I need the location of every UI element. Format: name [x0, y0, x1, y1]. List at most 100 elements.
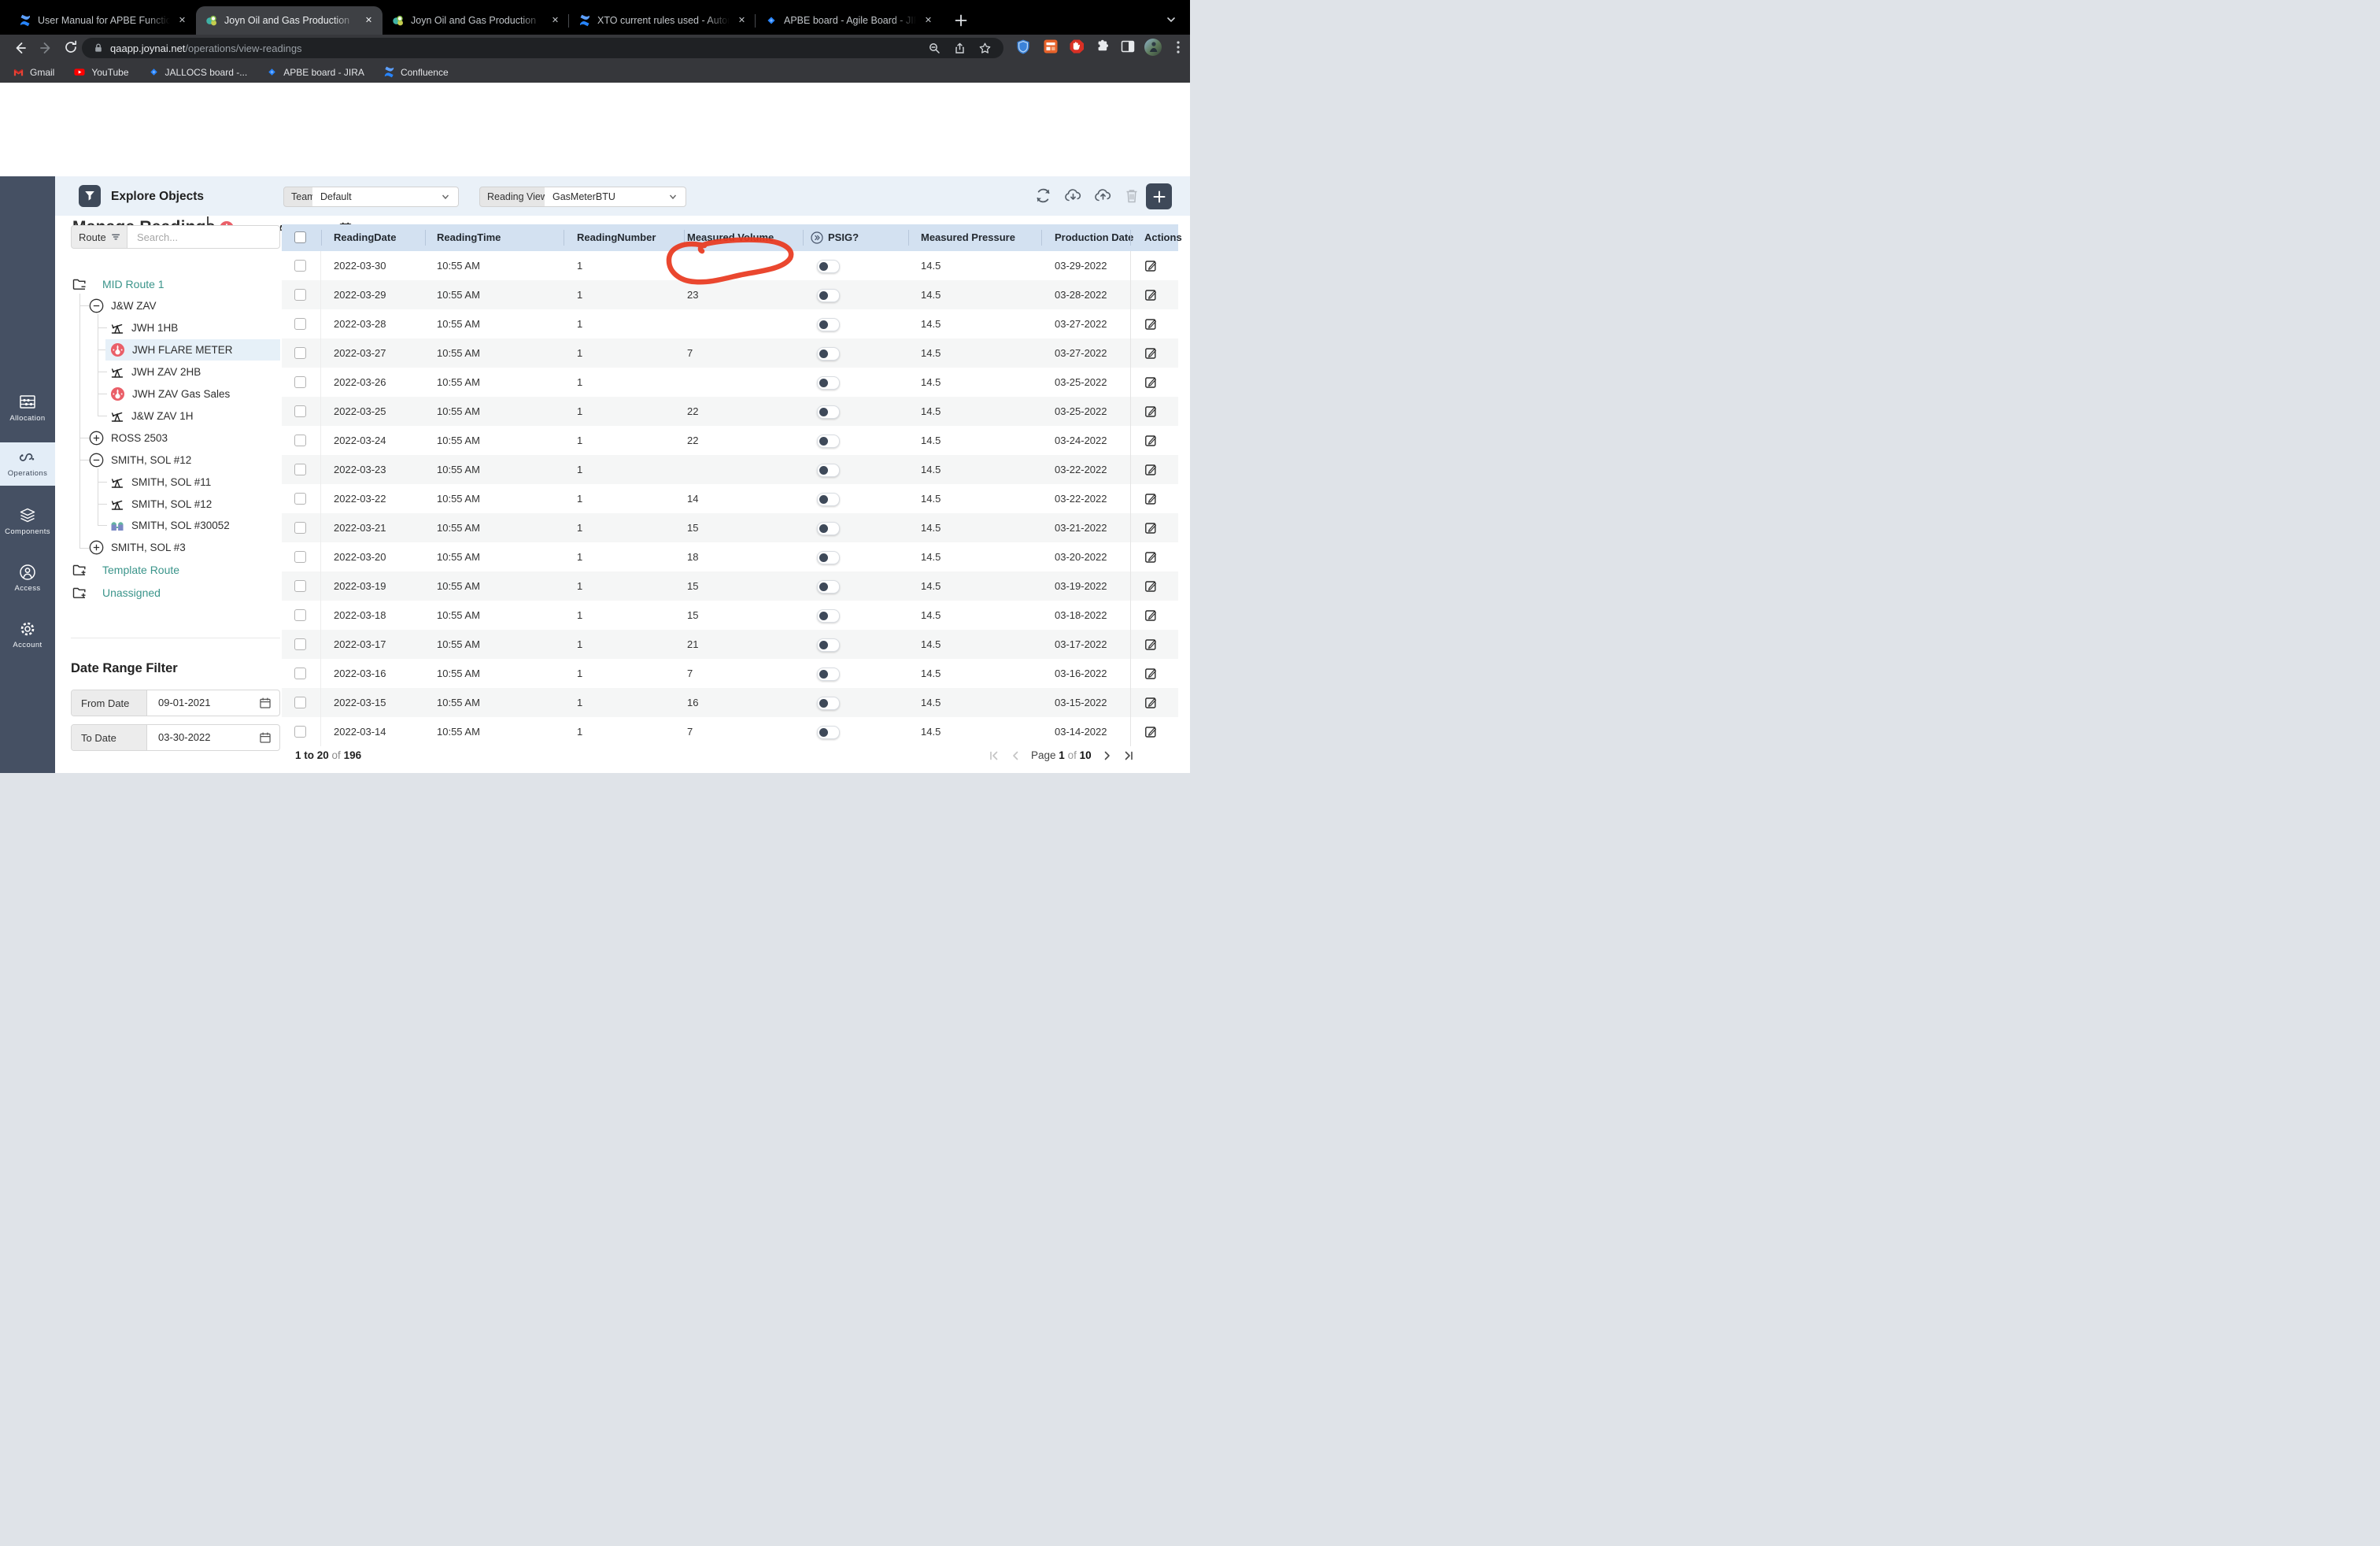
edit-icon[interactable] [1144, 521, 1158, 534]
row-checkbox[interactable] [294, 405, 306, 417]
calendar-icon[interactable] [259, 731, 272, 744]
sidebar-item-analytics[interactable]: Analytics [0, 771, 55, 773]
select-all-checkbox[interactable] [294, 231, 306, 247]
edit-icon[interactable] [1144, 288, 1158, 301]
edit-icon[interactable] [1144, 346, 1158, 360]
first-page-icon[interactable] [989, 750, 1000, 761]
tree-node-mid-route-1[interactable]: MID Route 1 [72, 273, 164, 294]
browser-tab-2-active[interactable]: Joyn Oil and Gas Production ✕ [196, 6, 382, 35]
col-measured-volume[interactable]: Measured Volume [687, 231, 774, 243]
edit-icon[interactable] [1144, 259, 1158, 272]
col-production-date[interactable]: Production Date [1055, 231, 1133, 243]
tree-node-smith-sol-12-group[interactable]: SMITH, SOL #12 [89, 449, 191, 471]
psig-toggle[interactable] [817, 376, 840, 390]
forward-icon[interactable] [38, 39, 55, 57]
edit-icon[interactable] [1144, 725, 1158, 738]
psig-toggle[interactable] [817, 289, 840, 302]
route-filter-chip[interactable]: Route [71, 225, 128, 249]
cloud-upload-icon[interactable] [1093, 187, 1113, 205]
psig-toggle[interactable] [817, 609, 840, 623]
row-checkbox[interactable] [294, 580, 306, 592]
edit-icon[interactable] [1144, 317, 1158, 331]
bookmark-gmail[interactable]: Gmail [13, 66, 54, 78]
psig-toggle[interactable] [817, 580, 840, 594]
sidebar-item-account[interactable]: Account [0, 620, 55, 649]
row-checkbox[interactable] [294, 260, 306, 272]
filter-button[interactable] [79, 185, 101, 207]
tree-search-input[interactable]: Search... [128, 225, 280, 249]
calendar-icon[interactable] [259, 697, 272, 709]
next-page-icon[interactable] [1103, 750, 1112, 761]
browser-tab-1[interactable]: User Manual for APBE Function ✕ [9, 6, 196, 35]
row-checkbox[interactable] [294, 697, 306, 708]
reading-view-select[interactable]: GasMeterBTU [545, 187, 686, 207]
row-checkbox[interactable] [294, 638, 306, 650]
row-checkbox[interactable] [294, 435, 306, 446]
row-checkbox[interactable] [294, 318, 306, 330]
extensions-puzzle-icon[interactable] [1095, 39, 1111, 54]
tree-node-smith-sol-30052[interactable]: SMITH, SOL #30052 [110, 515, 230, 536]
from-date-field[interactable]: From Date 09-01-2021 [71, 690, 280, 716]
bookmark-youtube[interactable]: YouTube [73, 66, 128, 78]
bookmark-star-icon[interactable] [978, 42, 992, 55]
shield-extension-icon[interactable] [1015, 39, 1031, 56]
bookmark-jallocs-board[interactable]: JALLOCS board -... [148, 66, 248, 78]
tree-node-jwh-1hb[interactable]: JWH 1HB [110, 317, 178, 338]
close-icon[interactable]: ✕ [176, 14, 189, 28]
psig-toggle[interactable] [817, 435, 840, 448]
tree-node-jwh-flare-meter[interactable]: JWH FLARE METER [110, 339, 233, 361]
psig-toggle[interactable] [817, 260, 840, 273]
sidebar-item-allocation[interactable]: Allocation [0, 394, 55, 423]
to-date-field[interactable]: To Date 03-30-2022 [71, 724, 280, 751]
tab-search-chevron-icon[interactable] [1165, 13, 1177, 26]
add-reading-button[interactable] [1146, 183, 1172, 209]
reload-icon[interactable] [63, 39, 79, 55]
refresh-icon[interactable] [1034, 187, 1052, 205]
close-icon[interactable]: ✕ [922, 14, 935, 28]
edit-icon[interactable] [1144, 550, 1158, 564]
row-checkbox[interactable] [294, 551, 306, 563]
psig-toggle[interactable] [817, 638, 840, 652]
psig-toggle[interactable] [817, 522, 840, 535]
browser-tab-5[interactable]: APBE board - Agile Board - JIRA ✕ [756, 6, 942, 35]
browser-tab-4[interactable]: XTO current rules used - Autom ✕ [569, 6, 756, 35]
col-reading-number[interactable]: ReadingNumber [577, 231, 656, 243]
row-checkbox[interactable] [294, 609, 306, 621]
last-page-icon[interactable] [1123, 750, 1134, 761]
adblock-hand-icon[interactable] [1069, 39, 1085, 54]
row-checkbox[interactable] [294, 464, 306, 475]
back-icon[interactable] [11, 39, 28, 57]
sidebar-item-components[interactable]: Components [0, 507, 55, 536]
new-tab-button[interactable] [952, 12, 970, 29]
tree-node-jw-zav-1h[interactable]: J&W ZAV 1H [110, 405, 194, 427]
close-icon[interactable]: ✕ [549, 14, 562, 28]
psig-toggle[interactable] [817, 318, 840, 331]
edit-icon[interactable] [1144, 667, 1158, 680]
close-icon[interactable]: ✕ [735, 14, 748, 28]
psig-toggle[interactable] [817, 668, 840, 681]
psig-toggle[interactable] [817, 493, 840, 506]
row-checkbox[interactable] [294, 376, 306, 388]
tree-node-smith-sol-12[interactable]: SMITH, SOL #12 [110, 494, 212, 515]
edit-icon[interactable] [1144, 579, 1158, 593]
row-checkbox[interactable] [294, 289, 306, 301]
row-checkbox[interactable] [294, 668, 306, 679]
edit-icon[interactable] [1144, 492, 1158, 505]
prev-page-icon[interactable] [1011, 750, 1020, 761]
psig-toggle[interactable] [817, 551, 840, 564]
profile-avatar[interactable] [1144, 38, 1162, 57]
tree-node-jwh-zav-gas-sales[interactable]: JWH ZAV Gas Sales [110, 383, 230, 405]
cloud-download-icon[interactable] [1063, 187, 1083, 205]
edit-icon[interactable] [1144, 696, 1158, 709]
trash-icon[interactable] [1125, 188, 1139, 204]
bookmark-apbe-board[interactable]: APBE board - JIRA [266, 66, 364, 78]
sidebar-item-operations[interactable]: Operations [0, 442, 55, 486]
kebab-menu-icon[interactable] [1172, 40, 1184, 54]
sidebar-item-access[interactable]: Access [0, 564, 55, 593]
col-reading-date[interactable]: ReadingDate [334, 231, 396, 243]
psig-toggle[interactable] [817, 347, 840, 361]
bookmark-confluence[interactable]: Confluence [383, 66, 449, 78]
side-panel-icon[interactable] [1120, 39, 1136, 54]
edit-icon[interactable] [1144, 405, 1158, 418]
col-reading-time[interactable]: ReadingTime [437, 231, 501, 243]
